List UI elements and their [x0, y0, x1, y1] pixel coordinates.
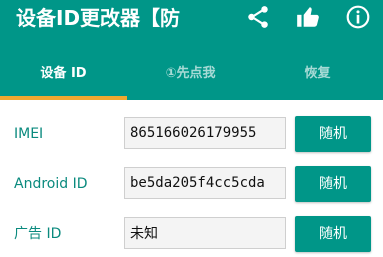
android-id-input[interactable]	[124, 167, 286, 199]
ad-id-input[interactable]	[124, 217, 286, 249]
tab-bar: 设备 ID ①先点我 恢复	[0, 40, 383, 100]
tab-device-id[interactable]: 设备 ID	[0, 40, 127, 100]
android-id-randomize-button[interactable]: 随机	[295, 166, 371, 202]
info-icon[interactable]	[345, 4, 371, 30]
app-bar: 设备ID更改器【防	[0, 0, 383, 40]
imei-input[interactable]	[124, 117, 286, 149]
imei-row: IMEI 随机	[0, 116, 383, 152]
tab-indicator	[0, 96, 127, 100]
share-icon[interactable]	[245, 4, 271, 30]
imei-label: IMEI	[14, 126, 44, 142]
thumbs-up-icon[interactable]	[295, 4, 321, 30]
ad-id-label: 广告 ID	[14, 226, 62, 242]
ad-id-row: 广告 ID 随机	[0, 216, 383, 252]
app-title: 设备ID更改器【防	[16, 6, 181, 30]
tab-click-me-first[interactable]: ①先点我	[127, 40, 254, 100]
tab-restore[interactable]: 恢复	[254, 40, 381, 100]
imei-randomize-button[interactable]: 随机	[295, 116, 371, 152]
android-id-label: Android ID	[14, 176, 88, 192]
android-id-row: Android ID 随机	[0, 166, 383, 202]
ad-id-randomize-button[interactable]: 随机	[295, 216, 371, 252]
